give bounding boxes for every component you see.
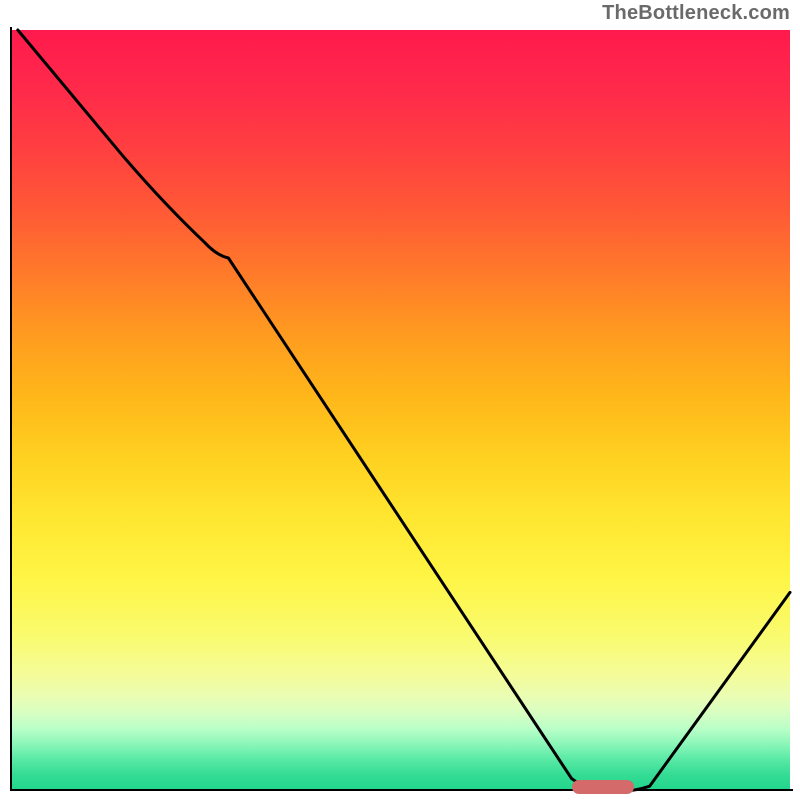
chart-container: TheBottleneck.com [0, 0, 800, 800]
watermark-text: TheBottleneck.com [602, 2, 790, 25]
y-axis [10, 27, 12, 791]
optimal-range-marker [572, 780, 634, 794]
x-axis [10, 789, 793, 791]
gradient-background [10, 30, 790, 790]
